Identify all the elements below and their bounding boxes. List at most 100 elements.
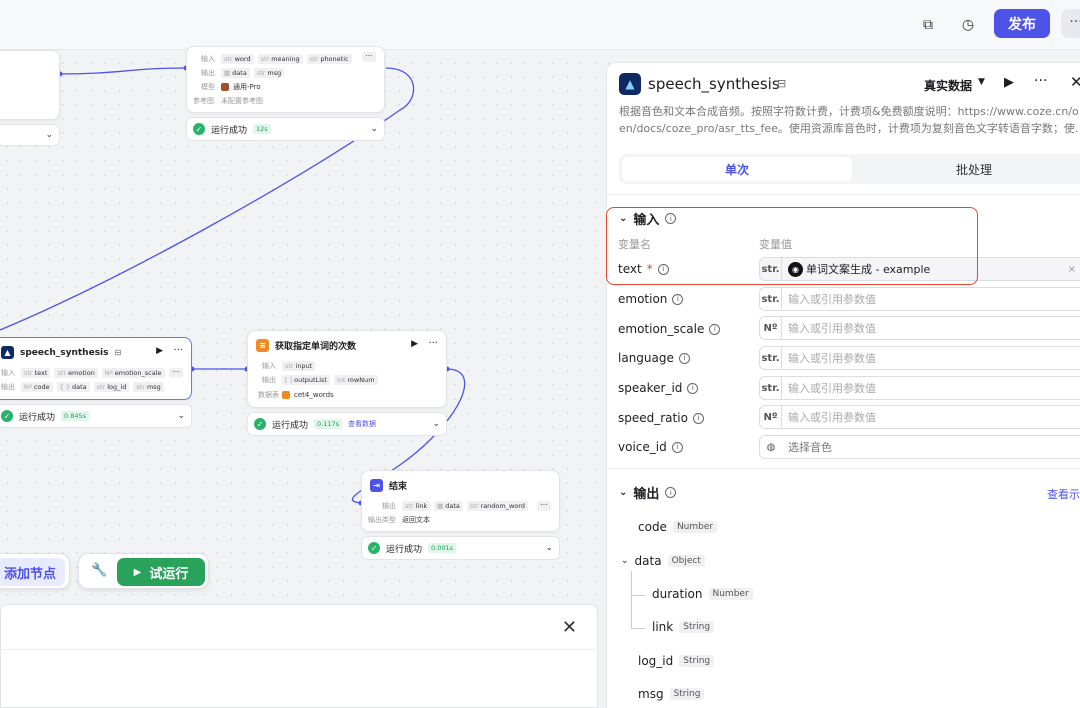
tab-batch[interactable]: 批处理 xyxy=(859,157,1080,181)
speech-node-status[interactable]: ✓ 运行成功 0.845s ⌄ xyxy=(0,404,192,428)
output-data[interactable]: ⌄ data Object xyxy=(621,554,705,568)
input-section-header[interactable]: ⌄ 输入 i xyxy=(619,209,677,228)
param-chip: Nº emotion_scale xyxy=(101,368,165,378)
chevron-down-icon[interactable]: ⌄ xyxy=(432,419,440,429)
more-icon[interactable]: ··· xyxy=(1061,9,1080,38)
param-input-text[interactable]: str. ◉ 单词文案生成 - example × · xyxy=(759,257,1080,281)
chevron-down-icon[interactable]: ⌄ xyxy=(370,124,378,134)
input-placeholder: 输入或引用参数值 xyxy=(788,352,876,365)
output-section-header[interactable]: ⌄ 输出 i xyxy=(619,483,677,502)
divider xyxy=(1,649,599,650)
info-icon: i xyxy=(687,382,699,394)
publish-button[interactable]: 发布 xyxy=(994,9,1050,38)
history-icon[interactable]: ◷ xyxy=(957,14,979,36)
input-placeholder: 输入或引用参数值 xyxy=(788,382,876,395)
param-input-speed-ratio[interactable]: Nº 输入或引用参数值 · xyxy=(759,405,1080,429)
param-chip: { } data xyxy=(56,382,90,392)
param-chip: str msg xyxy=(133,382,164,392)
run-node-icon[interactable]: ▶ xyxy=(156,346,163,356)
image-node-status[interactable]: ✓ 运行成功 12s ⌄ xyxy=(186,117,385,141)
partial-node-status[interactable]: ⌄ xyxy=(0,124,60,146)
model-icon xyxy=(221,83,229,91)
end-node[interactable]: ⇥ 结束 输出 str link ▦ data str random_word ···… xyxy=(361,470,560,532)
data-mode-select[interactable]: 真实数据 ▼ xyxy=(924,77,985,94)
info-icon: i xyxy=(678,352,690,364)
speech-synthesis-node[interactable]: ▲ speech_synthesis ⊟ ▶ ··· 输入 str text st… xyxy=(0,337,192,400)
run-node-icon[interactable]: ▶ xyxy=(411,339,418,349)
chevron-down-icon[interactable]: ⌄ xyxy=(177,411,185,421)
param-chip: str link xyxy=(402,501,431,511)
node-input-label: 输入 xyxy=(201,55,215,63)
caret-down-icon: ▼ xyxy=(978,77,985,87)
wrench-icon[interactable]: 🔧 xyxy=(91,563,107,578)
more-icon[interactable]: ··· xyxy=(173,345,183,356)
param-chip: [ ] outputList xyxy=(282,375,330,385)
database-icon: ≡ xyxy=(256,339,269,352)
database-node[interactable]: ≡ 获取指定单词的次数 ▶ ··· 输入 str input 输出 [ ] outp… xyxy=(247,330,447,408)
param-chip: str log_id xyxy=(93,382,130,392)
param-name-speaker-id: speaker_id i xyxy=(618,381,699,395)
table-icon xyxy=(282,391,290,399)
end-node-status[interactable]: ✓ 运行成功 0.001s ⌄ xyxy=(361,536,560,560)
info-icon: i xyxy=(657,263,669,275)
param-input-speaker-id[interactable]: str. 输入或引用参数值 · xyxy=(759,376,1080,400)
output-msg: msg String xyxy=(638,687,705,701)
output-type-value: 返回文本 xyxy=(402,516,430,524)
info-icon: i xyxy=(709,323,721,335)
node-input-label: 输入 xyxy=(262,362,276,370)
type-str-icon: str. xyxy=(760,288,782,310)
more-icon[interactable]: ··· xyxy=(169,368,183,378)
param-input-voice-id[interactable]: ◍ 选择音色 · xyxy=(759,435,1080,459)
test-run-button[interactable]: ▶ 试运行 xyxy=(117,558,205,586)
close-icon[interactable]: ✕ xyxy=(1070,73,1080,91)
play-icon[interactable]: ▶ xyxy=(1004,75,1014,90)
more-icon[interactable]: ··· xyxy=(362,52,376,62)
panel-description: 根据音色和文本合成音频。按照字符数计费，计费项&免费额度说明：https://w… xyxy=(619,103,1080,137)
param-chip: int rowNum xyxy=(333,375,378,385)
param-chip: str text xyxy=(21,368,51,378)
view-data-link[interactable]: 查看数据 xyxy=(348,419,376,429)
node-title: speech_synthesis xyxy=(20,347,109,358)
tab-single[interactable]: 单次 xyxy=(622,157,852,181)
node-test-panel: ▲ speech_synthesis ⊟ 真实数据 ▼ ▶ ··· ✕ 根据音色… xyxy=(606,62,1080,708)
param-chip: str input xyxy=(282,361,316,371)
tree-branch xyxy=(631,595,645,596)
partial-node[interactable] xyxy=(0,50,60,120)
type-str-icon: str. xyxy=(760,377,782,399)
close-icon[interactable]: ✕ xyxy=(562,617,577,638)
copy-icon[interactable]: ⧉ xyxy=(917,14,939,36)
param-input-emotion[interactable]: str. 输入或引用参数值 · xyxy=(759,287,1080,311)
image-node[interactable]: 输入 str word str meaning str phonetic ··· 输出… xyxy=(186,46,385,113)
param-chip: str emotion xyxy=(54,368,98,378)
more-icon[interactable]: ··· xyxy=(1034,73,1047,89)
param-input-emotion-scale[interactable]: Nº 输入或引用参数值 · xyxy=(759,316,1080,340)
more-icon[interactable]: ··· xyxy=(428,338,438,349)
param-name-emotion-scale: emotion_scale i xyxy=(618,322,721,336)
clear-icon[interactable]: × xyxy=(1068,264,1076,275)
run-time-badge: 0.117s xyxy=(314,419,343,429)
data-mode-label: 真实数据 xyxy=(924,79,973,93)
param-name-emotion: emotion i xyxy=(618,292,684,306)
param-input-language[interactable]: str. 输入或引用参数值 · xyxy=(759,346,1080,370)
type-str-icon: str. xyxy=(760,258,782,280)
param-chip: ▦ data xyxy=(221,68,250,78)
chevron-down-icon: ⌄ xyxy=(619,487,628,498)
panel-title: speech_synthesis xyxy=(648,75,780,93)
database-node-status[interactable]: ✓ 运行成功 0.117s 查看数据 ⌄ xyxy=(247,412,447,436)
add-node-container: 添加节点 xyxy=(0,553,70,589)
more-icon[interactable]: ··· xyxy=(537,501,551,511)
add-node-button[interactable]: 添加节点 xyxy=(0,558,65,586)
param-name-voice-id: voice_id i xyxy=(618,440,683,454)
chevron-down-icon: ⌄ xyxy=(619,213,628,224)
view-example-link[interactable]: 查看示 xyxy=(1047,486,1080,502)
node-db-label: 数据表 xyxy=(258,391,279,399)
chevron-down-icon: ⌄ xyxy=(45,130,53,140)
description-line: en/docs/coze_pro/asr_tts_fee。使用资源库音色时，计费… xyxy=(619,122,1079,135)
run-mode-tabs: 单次 批处理 xyxy=(619,154,1080,184)
speech-plugin-icon: ▲ xyxy=(1,346,14,359)
check-icon: ✓ xyxy=(254,418,266,430)
param-chip: str meaning xyxy=(257,54,303,64)
node-output-type-label: 输出类型 xyxy=(368,516,396,524)
db-value: cet4_words xyxy=(294,391,334,399)
chevron-down-icon[interactable]: ⌄ xyxy=(545,543,553,553)
